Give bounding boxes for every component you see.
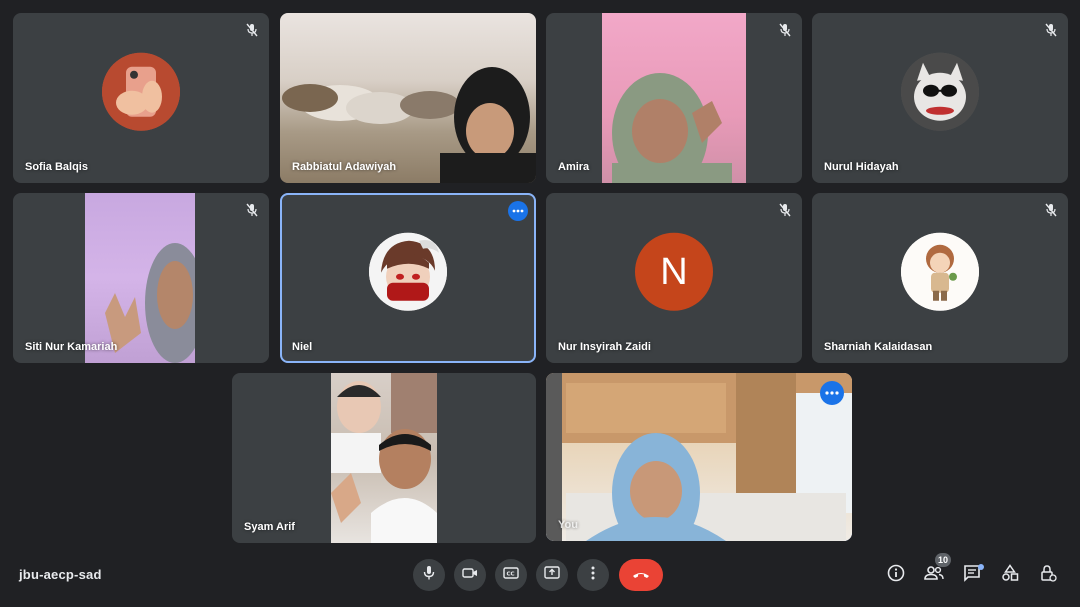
participant-video (85, 193, 205, 363)
more-options-icon (591, 566, 595, 585)
captions-button[interactable]: CC (495, 559, 527, 591)
mic-off-icon (777, 22, 793, 38)
participant-name: Rabbiatul Adawiyah (292, 161, 397, 173)
participant-tile-nurul[interactable]: Nurul Hidayah (812, 13, 1068, 183)
participant-video (331, 373, 437, 543)
present-screen-icon (544, 566, 560, 584)
participant-name: Sofia Balqis (25, 161, 88, 173)
end-call-button[interactable] (619, 559, 663, 591)
chat-button[interactable] (960, 563, 984, 587)
participant-name: Niel (292, 341, 313, 353)
participant-tile-nur-insyirah[interactable]: N Nur Insyirah Zaidi (546, 193, 802, 363)
avatar: N (635, 232, 713, 311)
host-controls-lock-icon (1039, 564, 1057, 587)
microphone-button[interactable] (413, 559, 445, 591)
closed-captions-icon: CC (503, 566, 519, 584)
present-button[interactable] (536, 559, 568, 591)
participant-name: Sharniah Kalaidasan (824, 341, 933, 353)
more-options-button[interactable] (577, 559, 609, 591)
participant-name: Nur Insyirah Zaidi (558, 341, 651, 353)
mic-off-icon (244, 22, 260, 38)
more-options-icon[interactable] (508, 201, 528, 221)
mic-off-icon (1043, 22, 1059, 38)
participant-video (546, 373, 852, 541)
meeting-code: jbu-aecp-sad (19, 567, 102, 582)
participant-tile-sofia[interactable]: Sofia Balqis (13, 13, 269, 183)
camera-button[interactable] (454, 559, 486, 591)
participant-tile-sharniah[interactable]: Sharniah Kalaidasan (812, 193, 1068, 363)
camera-icon (462, 566, 478, 584)
participant-tile-siti[interactable]: Siti Nur Kamariah (13, 193, 269, 363)
participant-tile-rabbiatul[interactable]: Rabbiatul Adawiyah (280, 13, 536, 183)
svg-text:CC: CC (507, 572, 515, 578)
people-count-badge: 10 (934, 553, 951, 567)
chat-notification-dot (978, 564, 984, 570)
participant-name: Syam Arif (244, 521, 295, 533)
avatar (901, 52, 979, 131)
microphone-icon (422, 565, 436, 586)
participant-name: Amira (558, 161, 590, 173)
mic-off-icon (777, 202, 793, 218)
activities-button[interactable] (998, 563, 1022, 587)
avatar (102, 52, 180, 131)
avatar (369, 232, 447, 311)
end-call-icon (632, 566, 650, 584)
participant-name: Siti Nur Kamariah (25, 341, 118, 353)
participant-video (280, 13, 536, 183)
info-icon (887, 564, 905, 587)
participant-tile-you[interactable]: You (546, 373, 852, 541)
mic-off-icon (1043, 202, 1059, 218)
more-options-icon[interactable] (820, 381, 844, 405)
meeting-details-button[interactable] (884, 563, 908, 587)
participant-tile-syam[interactable]: Syam Arif (232, 373, 536, 543)
people-icon (924, 565, 944, 586)
participant-name: Nurul Hidayah (824, 161, 899, 173)
host-controls-button[interactable] (1036, 563, 1060, 587)
participant-tile-amira[interactable]: Amira (546, 13, 802, 183)
avatar (901, 232, 979, 311)
people-button[interactable]: 10 (922, 553, 951, 587)
participant-tile-niel[interactable]: Niel (280, 193, 536, 363)
mic-off-icon (244, 202, 260, 218)
participant-video (602, 13, 746, 183)
participant-name: You (558, 519, 578, 531)
activities-shapes-icon (1001, 563, 1019, 587)
bottom-toolbar: jbu-aecp-sad CC 10 (0, 548, 1080, 607)
